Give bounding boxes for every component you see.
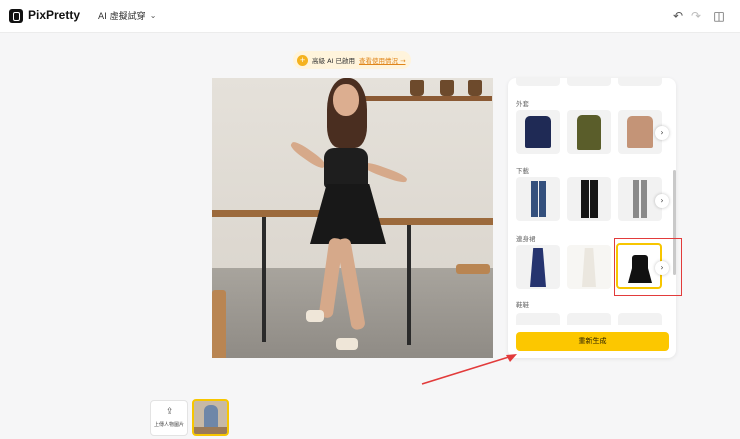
garment-thumb[interactable] [618,313,662,325]
generated-image [212,78,493,358]
chevron-right-icon[interactable]: › [655,126,669,140]
garment-thumb-navy-jacket[interactable] [516,110,560,154]
brand-name: PixPretty [28,8,81,22]
jeans-leg [539,181,546,217]
leggings-leg [641,180,647,218]
upload-icon: ⇪ [166,407,174,417]
logo-icon [9,9,23,23]
model-shoe [306,310,324,322]
garment-thumb-white-maxi-dress[interactable] [567,245,611,289]
annotation-arrow-icon [421,354,517,385]
model-shoe [336,338,358,350]
top-bar: PixPretty AI 虛擬試穿 ⌄ ↶ ↷ ◫ [0,0,740,33]
scene-table [372,218,493,225]
chevron-right-icon[interactable]: › [655,194,669,208]
garment-thumb-olive-trench[interactable] [567,110,611,154]
upload-person-button[interactable]: ⇪ 上傳人物圖片 [150,400,188,436]
annotation-highlight-box [614,238,682,296]
mode-label: AI 虛擬試穿 [98,12,146,22]
coat-shape [577,115,601,150]
undo-icon[interactable]: ↶ [671,9,685,23]
scene-table [212,210,324,217]
mode-dropdown[interactable]: AI 虛擬試穿 ⌄ [98,9,156,22]
garment-thumb[interactable] [567,313,611,325]
garment-thumb-navy-slip-dress[interactable] [516,245,560,289]
section-label-outerwear: 外套 [516,100,529,108]
uploaded-person-thumb[interactable] [192,399,229,436]
thumb-floor [194,427,227,434]
redo-icon[interactable]: ↷ [689,9,703,23]
dress-shape [530,248,546,287]
garment-thumb[interactable] [567,78,611,86]
blazer-shape [627,116,653,148]
jeans-leg [531,181,538,217]
usage-link[interactable]: 查看使用情況 → [359,55,406,65]
model-dress-top [324,148,368,188]
garment-thumb[interactable] [516,313,560,325]
garment-thumb-blue-jeans[interactable] [516,177,560,221]
garment-thumb-black-trousers[interactable] [567,177,611,221]
trousers-leg [581,180,589,218]
garment-thumb[interactable] [516,78,560,86]
scene-table-leg [407,225,411,345]
scene-table-leg [262,217,266,342]
compare-icon[interactable]: ◫ [712,9,726,23]
section-label-shoes: 鞋鞋 [516,301,529,309]
scene-stool [212,290,226,358]
spark-icon: + [297,54,308,66]
upload-label: 上傳人物圖片 [153,422,184,428]
chevron-down-icon: ⌄ [149,11,157,20]
section-label-bottoms: 下載 [516,167,529,175]
scene-shelf [352,96,492,101]
banner-text: 高級 AI 已啟用 [312,57,355,65]
model-face [333,84,359,116]
jacket-shape [525,116,551,148]
regenerate-button[interactable]: 重新生成 [516,332,669,351]
garment-thumb[interactable] [618,78,662,86]
trousers-leg [590,180,598,218]
scene-pot [468,80,482,96]
scene-stool [456,264,490,274]
dress-shape [582,248,596,287]
section-label-dresses: 連身裙 [516,235,536,243]
premium-banner: + 高級 AI 已啟用 查看使用情況 → [293,51,411,69]
scene-pot [440,80,454,96]
leggings-leg [633,180,639,218]
scene-pot [410,80,424,96]
